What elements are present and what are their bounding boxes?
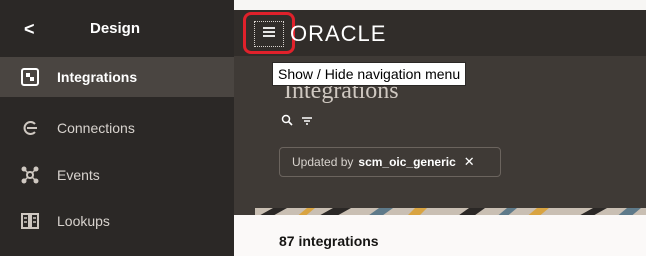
events-icon	[20, 165, 40, 185]
decorative-pattern-band	[255, 205, 646, 215]
navigation-sidebar: < Design Integrations Connections Events…	[0, 0, 234, 256]
sidebar-item-lookups[interactable]: Lookups	[0, 201, 234, 241]
hamburger-icon	[262, 25, 276, 43]
sidebar-item-integrations[interactable]: Integrations	[0, 57, 234, 97]
back-chevron-icon[interactable]: <	[24, 19, 40, 39]
filter-chip-label: Updated by	[292, 155, 354, 169]
integrations-icon	[20, 67, 40, 87]
sidebar-title: Design	[90, 20, 141, 37]
sidebar-item-label: Lookups	[57, 213, 110, 229]
sidebar-item-label: Connections	[57, 120, 135, 136]
search-icon[interactable]	[281, 114, 293, 129]
lookups-icon	[20, 211, 40, 231]
hamburger-menu-button[interactable]	[254, 21, 284, 47]
sidebar-item-label: Events	[57, 167, 100, 183]
navigation-tooltip: Show / Hide navigation menu	[272, 62, 467, 86]
filter-chip-value: scm_oic_generic	[358, 155, 456, 169]
oracle-logo: ORACLE	[290, 21, 387, 46]
menu-highlight-outline	[243, 12, 295, 54]
sidebar-item-label: Integrations	[57, 69, 138, 85]
filter-chip: Updated by scm_oic_generic ✕	[279, 147, 501, 177]
remove-filter-icon[interactable]: ✕	[464, 154, 475, 170]
integrations-count: 87 integrations	[279, 233, 379, 249]
sidebar-item-connections[interactable]: Connections	[0, 108, 234, 148]
sidebar-item-events[interactable]: Events	[0, 155, 234, 195]
connections-icon	[20, 118, 40, 138]
filter-icon[interactable]	[301, 114, 313, 129]
list-tools	[281, 114, 313, 129]
sidebar-header: < Design	[0, 10, 234, 56]
